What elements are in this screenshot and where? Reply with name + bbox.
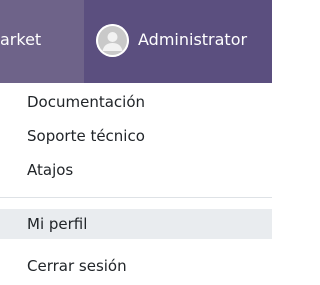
market-menu-tab[interactable]: arket xyxy=(0,0,84,83)
menu-item-label: Cerrar sesión xyxy=(27,257,127,275)
market-menu-label: arket xyxy=(0,30,42,49)
user-dropdown-menu: Documentación Soporte técnico Atajos Mi … xyxy=(0,83,272,285)
user-menu-label: Administrator xyxy=(138,30,248,49)
menu-item-logout[interactable]: Cerrar sesión xyxy=(0,251,272,281)
menu-item-support[interactable]: Soporte técnico xyxy=(0,121,272,151)
menu-item-my-profile[interactable]: Mi perfil xyxy=(0,209,272,239)
user-avatar-icon xyxy=(96,24,129,57)
menu-item-label: Documentación xyxy=(27,93,146,111)
menu-item-documentation[interactable]: Documentación xyxy=(0,87,272,117)
top-navbar: arket Administrator xyxy=(0,0,272,83)
menu-item-label: Mi perfil xyxy=(27,215,88,233)
menu-divider xyxy=(0,197,272,198)
user-menu-toggle[interactable]: Administrator xyxy=(84,0,272,83)
menu-item-label: Soporte técnico xyxy=(27,127,145,145)
menu-item-label: Atajos xyxy=(27,161,74,179)
menu-item-shortcuts[interactable]: Atajos xyxy=(0,155,272,185)
